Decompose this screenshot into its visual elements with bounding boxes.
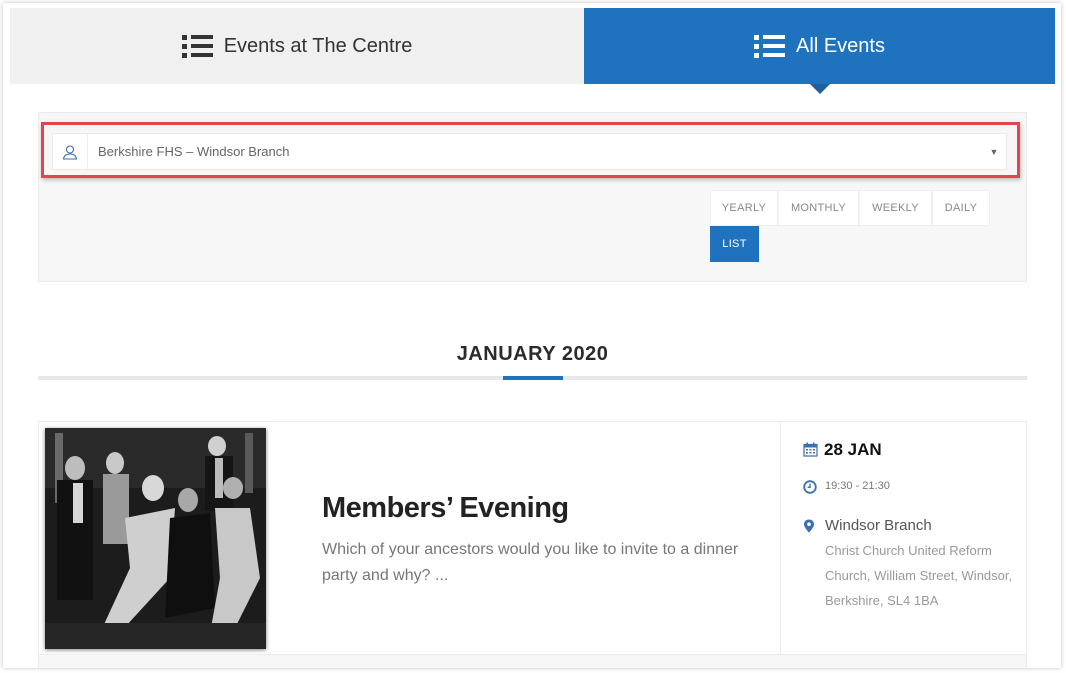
chevron-down-icon: ▼: [989, 146, 999, 157]
branch-select-value: Berkshire FHS – Windsor Branch: [98, 144, 290, 159]
filter-panel: Berkshire FHS – Windsor Branch ▼ YEARLY …: [38, 112, 1027, 282]
event-address: Christ Church United Reform Church, Will…: [825, 543, 1013, 608]
event-tabs: Events at The Centre All Events: [10, 8, 1055, 94]
tab-events-at-the-centre[interactable]: Events at The Centre: [10, 8, 584, 84]
tab-label: All Events: [796, 34, 885, 57]
month-heading: JANUARY 2020: [456, 343, 609, 365]
event-details: 28 JAN 19:30 - 21:30 Windsor Branch Chri…: [780, 422, 1026, 654]
event-venue-row: Windsor Branch: [803, 517, 1026, 538]
view-list-button[interactable]: LIST: [710, 226, 759, 262]
month-divider-accent: [503, 376, 563, 380]
branch-select[interactable]: Berkshire FHS – Windsor Branch ▼: [52, 133, 1007, 170]
event-time: 19:30 - 21:30: [825, 480, 890, 492]
clock-icon: [803, 480, 817, 499]
event-card-footer: [39, 654, 1026, 668]
user-icon: [53, 134, 88, 169]
tab-all-events[interactable]: All Events: [584, 8, 1055, 94]
event-image[interactable]: [45, 428, 266, 649]
tab-label: Events at The Centre: [223, 34, 413, 57]
view-weekly-button[interactable]: WEEKLY: [859, 190, 932, 226]
event-title[interactable]: Members’ Evening: [322, 492, 752, 525]
event-description: Which of your ancestors would you like t…: [322, 541, 739, 584]
page-frame: Events at The Centre All Events Berkshir…: [3, 3, 1061, 668]
view-yearly-button[interactable]: YEARLY: [710, 190, 778, 226]
list-icon: [754, 34, 786, 58]
event-date: 28 JAN: [824, 440, 882, 459]
view-monthly-button[interactable]: MONTHLY: [778, 190, 859, 226]
list-icon: [181, 34, 214, 58]
map-pin-icon: [803, 519, 815, 538]
event-date-row: 28 JAN: [803, 440, 1026, 462]
event-card: Members’ Evening Which of your ancestors…: [38, 421, 1027, 668]
event-venue: Windsor Branch: [825, 517, 932, 534]
view-switcher: YEARLY MONTHLY WEEKLY DAILY LIST: [710, 190, 992, 262]
calendar-icon: [803, 442, 818, 462]
event-time-row: 19:30 - 21:30: [803, 480, 1026, 499]
view-daily-button[interactable]: DAILY: [932, 190, 990, 226]
event-summary: Members’ Evening Which of your ancestors…: [322, 492, 752, 589]
